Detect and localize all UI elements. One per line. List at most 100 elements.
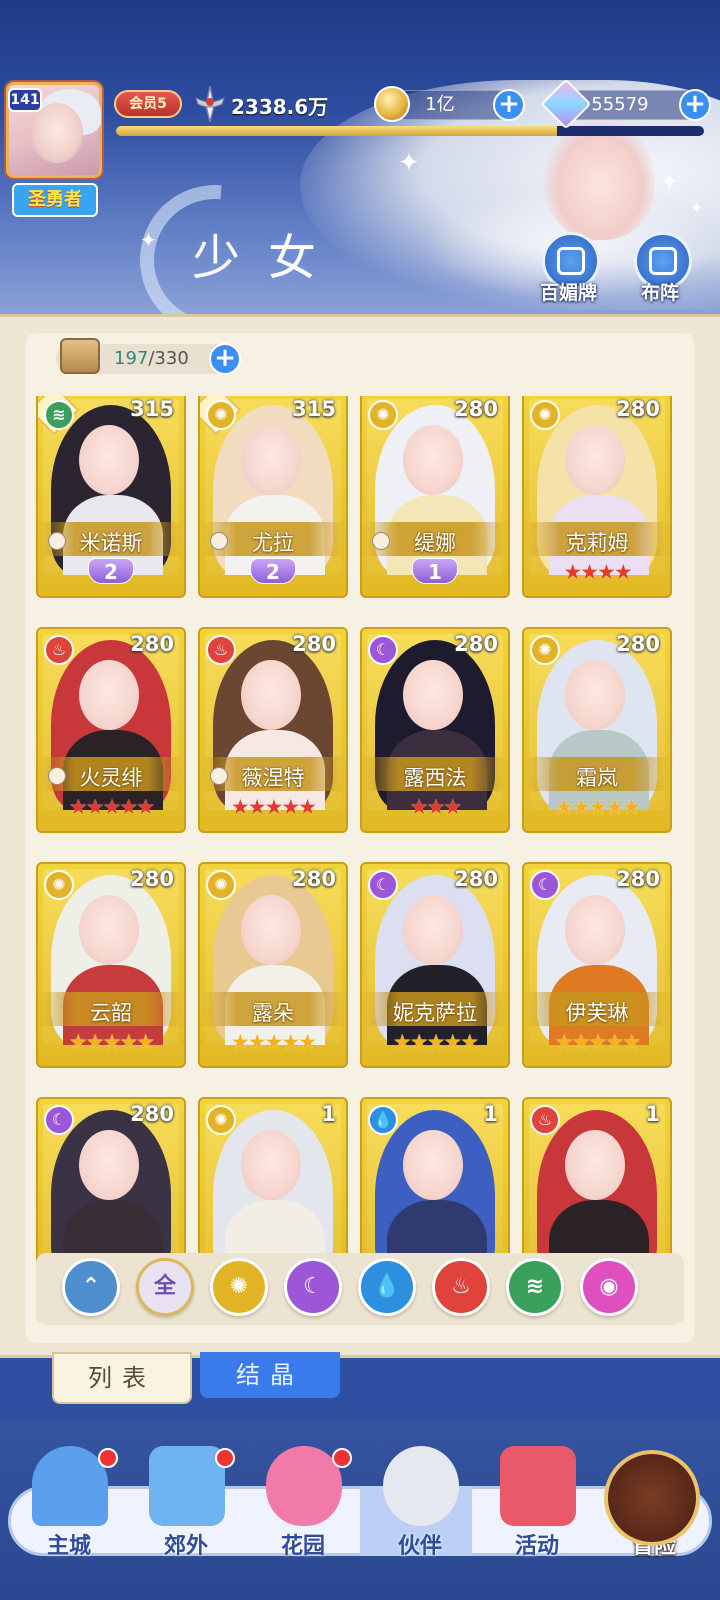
page-title: 少女 [192, 230, 345, 286]
power-sword-icon [195, 85, 225, 123]
formation-label: 布阵 [641, 282, 680, 304]
light-element-icon: ✺ [206, 1105, 236, 1135]
star-rating: ★★★ [409, 795, 462, 819]
notification-dot [215, 1448, 235, 1468]
portrait-face [403, 1130, 463, 1200]
light-element-icon: ✺ [530, 635, 560, 665]
nav-label: 伙伴 [397, 1534, 442, 1559]
player-title-badge[interactable]: 圣勇者 [12, 183, 98, 217]
coin-icon [374, 86, 410, 122]
sparkle-icon: ✦ [690, 198, 704, 217]
notification-dot [332, 1448, 352, 1468]
deployed-pawn-icon [48, 767, 66, 785]
deployed-pawn-icon [210, 767, 228, 785]
nav-label: 活动 [514, 1534, 559, 1559]
hero-card[interactable]: ✺ 280 霜岚 ★★★★★ [522, 627, 672, 833]
notification-dot [98, 1448, 118, 1468]
light-element-icon: ✺ [206, 400, 236, 430]
fire-element-icon: ♨ [44, 635, 74, 665]
light-filter-button[interactable]: ✺ [210, 1258, 268, 1316]
moon-filter-button[interactable]: ☾ [284, 1258, 342, 1316]
moon-element-icon: ☾ [44, 1105, 74, 1135]
water-element-icon: 💧 [368, 1105, 398, 1135]
tab-crystal[interactable]: 结晶 [200, 1352, 340, 1398]
nav-events[interactable]: 活动 [482, 1440, 592, 1560]
add-gems-button[interactable]: + [679, 89, 711, 121]
portrait-face [565, 660, 625, 730]
light-element-icon: ✺ [44, 870, 74, 900]
hero-name: 霜岚 [576, 766, 618, 790]
nav-main-city[interactable]: 主城 [14, 1440, 124, 1560]
sparkle-icon: ✦ [140, 228, 157, 252]
hero-level: 280 [130, 1102, 174, 1126]
hero-card[interactable]: ♨ 1 [522, 1097, 672, 1270]
nav-label: 主城 [46, 1534, 91, 1559]
moon-element-icon: ☾ [368, 870, 398, 900]
compass-icon[interactable] [604, 1450, 700, 1546]
deployed-pawn-icon [48, 532, 66, 550]
hero-card[interactable]: 💧 1 [360, 1097, 510, 1270]
hero-level: 1 [483, 1102, 498, 1126]
combat-power: 2338.6万 [231, 95, 329, 119]
all-filter-button[interactable]: 全 [136, 1258, 194, 1316]
wind-filter-button[interactable]: ≋ [506, 1258, 564, 1316]
love-filter-button[interactable]: ◉ [580, 1258, 638, 1316]
fire-element-icon: ♨ [530, 1105, 560, 1135]
expand-capacity-button[interactable]: + [209, 343, 241, 375]
hero-level: 315 [130, 397, 174, 421]
moon-element-icon: ☾ [530, 870, 560, 900]
water-filter-button[interactable]: 💧 [358, 1258, 416, 1316]
nav-outskirts[interactable]: 郊外 [131, 1440, 241, 1560]
hero-card[interactable]: ☾ 280 [36, 1097, 186, 1270]
hero-card[interactable]: ✺ 1 [198, 1097, 348, 1270]
hero-card[interactable]: ♨ 280 火灵绯 ★★★★★ [36, 627, 186, 833]
portrait-face [403, 895, 463, 965]
star-rating: ★★★★★ [68, 1030, 155, 1054]
hero-level: 280 [454, 397, 498, 421]
collection-label: 百媚牌 [540, 282, 598, 304]
tab-list[interactable]: 列表 [52, 1352, 192, 1404]
nav-label: 花园 [280, 1534, 325, 1559]
deployed-pawn-icon [210, 532, 228, 550]
partner-avatar-icon [383, 1446, 459, 1526]
sparkle-icon: ✦ [660, 170, 679, 195]
hero-card[interactable]: ✺ 280 云韶 ★★★★★ [36, 862, 186, 1068]
portrait-face [241, 895, 301, 965]
hero-card-grid: ≋ 315 米诺斯 2 ✺ 315 尤拉 2 ✺ 280 缇娜 1 ✺ 280 克莉姆 ★★★★ ♨ 280 火灵绯… [30, 396, 690, 1270]
portrait-face [565, 425, 625, 495]
hero-card[interactable]: ☾ 280 露西法 ★★★ [360, 627, 510, 833]
hero-card[interactable]: ✺ 280 露朵 ★★★★★ [198, 862, 348, 1068]
light-element-icon: ✺ [368, 400, 398, 430]
hero-name: 露朵 [252, 1001, 294, 1025]
exp-progress-fill [116, 126, 557, 136]
light-element-icon: ✺ [530, 400, 560, 430]
portrait-face [79, 895, 139, 965]
type-filter-button[interactable]: ⌃ [62, 1258, 120, 1316]
hero-card[interactable]: ✺ 280 克莉姆 ★★★★ [522, 396, 672, 598]
hero-name: 伊芙琳 [565, 1001, 629, 1025]
nav-garden[interactable]: 花园 [248, 1440, 358, 1560]
hero-card[interactable]: ✺ 280 缇娜 1 [360, 396, 510, 598]
portrait-face [79, 1130, 139, 1200]
hero-card[interactable]: ♨ 280 薇涅特 ★★★★★ [198, 627, 348, 833]
fire-filter-button[interactable]: ♨ [432, 1258, 490, 1316]
portrait-face [241, 660, 301, 730]
portrait-face [565, 895, 625, 965]
header-banner: ✦ ✦ ✦ ✦ [0, 0, 720, 320]
hero-level: 280 [616, 867, 660, 891]
banner-character-face [545, 120, 655, 240]
hero-level: 280 [130, 867, 174, 891]
capacity-max: /330 [148, 348, 189, 369]
nav-partners[interactable]: 伙伴 [365, 1440, 475, 1560]
portrait-face [403, 660, 463, 730]
hero-card[interactable]: ☾ 280 妮克萨拉 ★★★★★ [360, 862, 510, 1068]
vip-badge[interactable]: 会员5 [114, 90, 182, 118]
add-coins-button[interactable]: + [493, 89, 525, 121]
hero-card[interactable]: ≋ 315 米诺斯 2 [36, 396, 186, 598]
star-rating: ★★★★★ [68, 795, 155, 819]
hero-card[interactable]: ☾ 280 伊芙琳 ★★★★★ [522, 862, 672, 1068]
portrait-face [79, 660, 139, 730]
hero-card[interactable]: ✺ 315 尤拉 2 [198, 396, 348, 598]
portrait-face [79, 425, 139, 495]
hero-level: 280 [616, 632, 660, 656]
